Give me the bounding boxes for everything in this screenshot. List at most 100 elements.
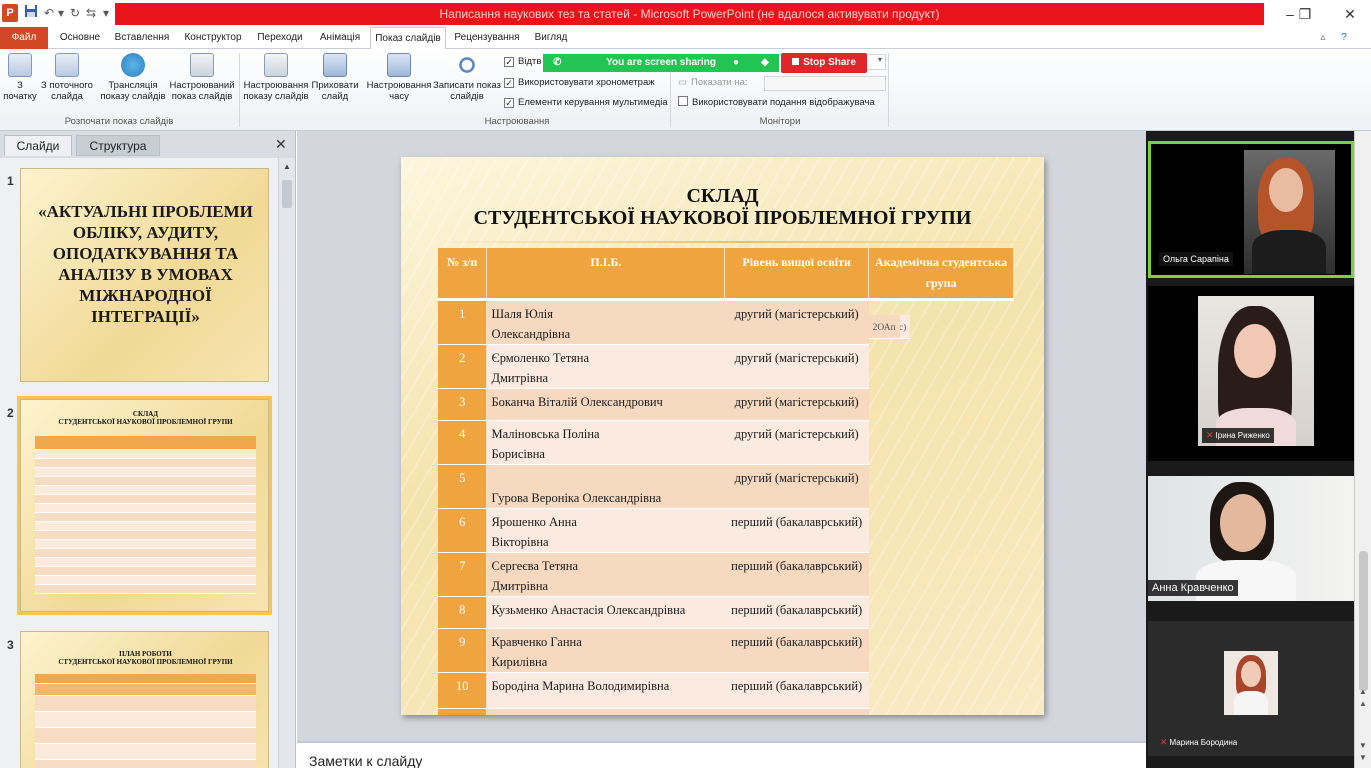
presenter-view-label: Використовувати подання відображувача xyxy=(692,97,875,108)
group-setup-label: Настроювання xyxy=(484,116,550,127)
table-row: 4 Маліновська Поліна Борисівна другий (маг… xyxy=(438,315,1014,465)
chevron-down-icon: ▾ xyxy=(877,55,882,64)
broadcast-button[interactable]: Трансляція показу слайдів xyxy=(100,53,166,102)
tab-slideshow[interactable]: Показ слайдів xyxy=(370,27,446,50)
slide-thumbnail-1[interactable]: «АКТУАЛЬНІ ПРОБЛЕМИ ОБЛІКУ, АУДИТУ, ОПОД… xyxy=(20,168,269,382)
customize-qat-icon[interactable]: ▾ xyxy=(103,4,109,22)
student-name: Ярошенко Анна Вікторівна xyxy=(486,508,725,553)
checkbox-checked-icon: ✓ xyxy=(504,57,514,67)
members-table: № з/п П.І.Б. Рівень вищої освіти Академі… xyxy=(438,248,1014,715)
tab-file[interactable]: Файл xyxy=(0,27,48,49)
slide-2-title: СКЛАД СТУДЕНТСЬКОЇ НАУКОВОЇ ПРОБЛЕМНОЇ Г… xyxy=(58,410,233,426)
video-tile-4[interactable]: ✕ Марина Бородина xyxy=(1148,621,1354,756)
slide-thumbnail-3[interactable]: ПЛАН РОБОТИ СТУДЕНТСЬКОЇ НАУКОВОЇ ПРОБЛЕ… xyxy=(20,631,269,768)
tab-design[interactable]: Конструктор xyxy=(178,27,248,49)
participant-name: ✕ Марина Бородина xyxy=(1156,735,1241,750)
monitor-select[interactable] xyxy=(764,76,886,91)
shield-icon: ◆ xyxy=(761,57,769,68)
stop-share-button[interactable]: Stop Share xyxy=(781,53,867,73)
media-controls-label: Елементи керування мультимедіа xyxy=(518,97,668,108)
student-name: Кузьменко Анастасія Олександрівна xyxy=(486,596,725,629)
record-show-button[interactable]: Записати показ слайдів xyxy=(432,53,502,102)
from-beginning-button[interactable]: З початку xyxy=(3,53,37,102)
tab-view[interactable]: Вигляд xyxy=(528,27,574,49)
thumbnails-scrollbar[interactable]: ▲ xyxy=(278,158,295,768)
show-on-label: ▭ Показати на: xyxy=(678,76,748,90)
video-tile-1[interactable]: Ольга Сарапіна xyxy=(1148,141,1354,278)
tab-home[interactable]: Основне xyxy=(52,27,108,49)
table-row: 8 Кузьменко Анастасія Олександрівна перший… xyxy=(438,315,1014,629)
muted-mic-icon: ✕ xyxy=(1206,430,1214,440)
scroll-up-icon[interactable]: ▲ xyxy=(283,162,291,171)
slide-3-table-preview xyxy=(35,674,256,768)
play-narrations-checkbox[interactable]: ✓ Відтв xyxy=(504,55,541,69)
row-number: 3 xyxy=(438,388,488,421)
scrollbar-thumb[interactable] xyxy=(282,180,292,208)
undo-dropdown-icon[interactable]: ▾ xyxy=(58,4,64,22)
table-row: 2 Єрмоленко Тетяна Дмитрівна другий (магіс… xyxy=(438,315,1014,389)
stop-icon xyxy=(792,58,800,65)
group-monitors-label: Монітори xyxy=(759,116,801,127)
scrollbar-thumb[interactable] xyxy=(1359,551,1368,691)
help-icon[interactable]: ? xyxy=(1336,27,1352,49)
close-button[interactable]: ✕ xyxy=(1335,3,1365,25)
slide-number: 3 xyxy=(7,638,14,652)
group-separator xyxy=(239,53,240,127)
rehearse-timings-button[interactable]: Настроювання часу xyxy=(364,53,434,102)
tab-insert[interactable]: Вставлення xyxy=(110,27,174,49)
presenter-view-checkbox[interactable]: Використовувати подання відображувача xyxy=(678,96,875,110)
education-level: другий (магістерський) xyxy=(724,344,869,389)
tab-transitions[interactable]: Переходи xyxy=(252,27,308,49)
use-timings-checkbox[interactable]: ✓ Використовувати хронометраж xyxy=(504,76,655,90)
video-panel-scrollbar[interactable]: ▲ ▲ ▼ ▼ xyxy=(1354,131,1371,768)
video-tile-3[interactable]: Анна Кравченко xyxy=(1148,476,1354,601)
slide-number: 1 xyxy=(7,174,14,188)
from-current-button[interactable]: З поточного слайда xyxy=(38,53,96,102)
participant-name: Анна Кравченко xyxy=(1148,580,1238,596)
notes-pane[interactable]: Заметки к слайду xyxy=(297,741,1146,768)
education-level: перший (бакалаврський) xyxy=(724,628,869,673)
table-header: Рівень вищої освіти xyxy=(724,248,870,301)
slide-thumbnail-2[interactable]: СКЛАД СТУДЕНТСЬКОЇ НАУКОВОЇ ПРОБЛЕМНОЇ Г… xyxy=(17,396,272,615)
undo-icon[interactable]: ↶ xyxy=(44,4,54,22)
group-start-label: Розпочати показ слайдів xyxy=(64,116,174,127)
slide-1-title: «АКТУАЛЬНІ ПРОБЛЕМИ ОБЛІКУ, АУДИТУ, ОПОД… xyxy=(38,202,253,326)
row-number: 2 xyxy=(438,344,488,389)
save-icon[interactable] xyxy=(24,4,38,22)
setup-show-button[interactable]: Настроювання показу слайдів xyxy=(242,53,310,102)
collapse-ribbon-icon[interactable]: ▵ xyxy=(1316,27,1330,49)
tab-animations[interactable]: Анімація xyxy=(312,27,368,49)
close-panel-icon[interactable]: ✕ xyxy=(275,136,287,153)
participant-name: Ольга Сарапіна xyxy=(1159,252,1233,266)
custom-show-icon xyxy=(190,53,214,77)
participant-video xyxy=(1244,150,1335,274)
powerpoint-logo-icon: P xyxy=(2,4,18,22)
education-level: другий (магістерський) xyxy=(724,420,869,465)
table-header: П.І.Б. xyxy=(486,248,726,301)
participant-video xyxy=(1224,651,1278,715)
participant-name-text: Ірина Риженко xyxy=(1215,431,1270,440)
current-slide[interactable]: СКЛАД СТУДЕНТСЬКОЇ НАУКОВОЇ ПРОБЛЕМНОЇ Г… xyxy=(401,157,1044,715)
scroll-up-icon[interactable]: ▲ xyxy=(1359,687,1367,696)
repeat-icon[interactable]: ⇆ xyxy=(86,4,96,22)
checkbox-checked-icon: ✓ xyxy=(504,98,514,108)
student-name: Риженко Ірина Володимирівна xyxy=(486,708,725,715)
scroll-down-icon[interactable]: ▼ xyxy=(1359,741,1367,750)
screen-sharing-banner[interactable]: ✆ You are screen sharing ● ◆ xyxy=(543,54,779,72)
table-row: 5 Гурова Вероніка Олександрівна другий (м… xyxy=(438,315,1014,509)
scroll-up-icon[interactable]: ▲ xyxy=(1359,699,1367,708)
participants-video-panel: Ольга Сарапіна ✕ Ірина Риженко Анна Кравч… xyxy=(1146,131,1354,768)
broadcast-icon xyxy=(121,53,145,77)
hide-slide-button[interactable]: Приховати слайд xyxy=(310,53,360,102)
video-tile-2[interactable]: ✕ Ірина Риженко xyxy=(1148,286,1354,461)
custom-show-button[interactable]: Настроюваний показ слайдів xyxy=(168,53,236,102)
tab-slides[interactable]: Слайди xyxy=(4,135,72,156)
redo-icon[interactable]: ↻ xyxy=(70,4,80,22)
tab-review[interactable]: Рецензування xyxy=(450,27,524,49)
tab-outline[interactable]: Структура xyxy=(76,135,160,156)
maximize-button[interactable]: ❐ xyxy=(1290,3,1320,25)
scroll-down-icon[interactable]: ▼ xyxy=(1359,753,1367,762)
table-row: 7 Сергеєва Тетяна Дмитрівна перший (бакала… xyxy=(438,315,1014,597)
show-on-text: Показати на: xyxy=(690,77,748,88)
media-controls-checkbox[interactable]: ✓ Елементи керування мультимедіа xyxy=(504,96,668,110)
